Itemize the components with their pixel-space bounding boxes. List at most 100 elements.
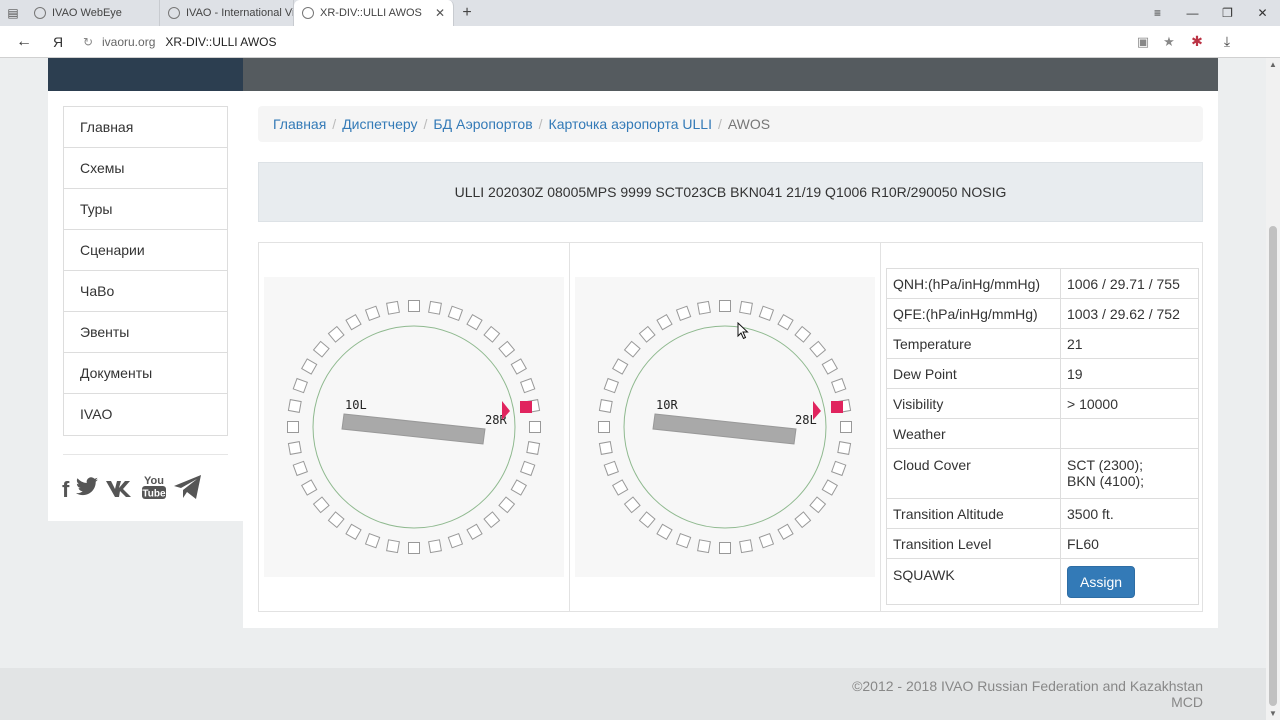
transition-level-value: FL60: [1060, 528, 1199, 559]
scroll-down-icon[interactable]: ▼: [1269, 709, 1277, 718]
wind-rose-tick: [794, 511, 812, 529]
wind-rose-tick: [408, 542, 420, 554]
reload-icon[interactable]: ↻: [78, 35, 98, 49]
breadcrumb-airports-db[interactable]: БД Аэропортов: [433, 116, 532, 132]
sidebar-menu: Главная Схемы Туры Сценарии ЧаВо Эвенты …: [63, 106, 228, 436]
url-field[interactable]: ↻ ivaoru.org XR-DIV::ULLI AWOS ▣ ★: [78, 29, 1182, 54]
browser-tab-webeye[interactable]: IVAO WebEye: [26, 0, 160, 26]
wind-rose-tick: [364, 305, 381, 321]
social-links: f You Tube: [62, 473, 209, 507]
minimize-icon[interactable]: —: [1175, 6, 1210, 20]
wind-rose-tick: [840, 421, 852, 433]
breadcrumb-controller[interactable]: Диспетчеру: [342, 116, 417, 132]
sidebar-item-documents[interactable]: Документы: [64, 353, 227, 394]
wind-rose-tick: [466, 314, 483, 331]
back-arrow-icon[interactable]: ←: [0, 33, 48, 51]
wind-rose-tick: [428, 300, 442, 315]
browser-tab-ivao[interactable]: IVAO - International Virtual A: [160, 0, 294, 26]
breadcrumb-airport-card[interactable]: Карточка аэропорта ULLI: [549, 116, 712, 132]
yandex-logo-icon[interactable]: Я: [48, 34, 68, 50]
address-bar: ← Я ↻ ivaoru.org XR-DIV::ULLI AWOS ▣ ★ ✱…: [0, 26, 1280, 58]
wind-rose-tick: [675, 305, 692, 321]
sidebar-item-tours[interactable]: Туры: [64, 189, 227, 230]
maximize-icon[interactable]: ❐: [1210, 6, 1245, 20]
dew-point-label: Dew Point: [886, 358, 1061, 389]
wind-rose-tick: [483, 511, 501, 529]
extension-bug-icon[interactable]: ✱: [1182, 33, 1212, 50]
sidebar-item-scenarios[interactable]: Сценарии: [64, 230, 227, 271]
vk-icon[interactable]: [105, 477, 135, 503]
breadcrumb-home[interactable]: Главная: [273, 116, 326, 132]
scrollbar-thumb[interactable]: [1269, 226, 1277, 706]
qfe-label: QFE:(hPa/inHg/mmHg): [886, 298, 1061, 329]
twitter-icon[interactable]: [75, 477, 99, 503]
sidebar-item-faq[interactable]: ЧаВо: [64, 271, 227, 312]
wind-rose-tick: [837, 441, 852, 455]
table-row: Transition Level FL60: [886, 528, 1199, 559]
weather-info-table: QNH:(hPa/inHg/mmHg) 1006 / 29.71 / 755 Q…: [886, 268, 1199, 605]
tab-favicon-icon: [34, 7, 46, 19]
weather-label: Weather: [886, 418, 1061, 449]
qnh-label: QNH:(hPa/inHg/mmHg): [886, 268, 1061, 299]
wind-rose-tick: [386, 300, 400, 315]
assign-squawk-button[interactable]: Assign: [1067, 566, 1136, 598]
download-icon[interactable]: ⤓: [1212, 33, 1242, 50]
window-menu-icon[interactable]: ▤: [0, 0, 26, 26]
page-scrollbar[interactable]: ▲ ▼: [1266, 58, 1280, 720]
wind-rose-tick: [287, 421, 299, 433]
wind-rose-tick: [821, 479, 838, 496]
main-content: Главная / Диспетчеру / БД Аэропортов / К…: [243, 91, 1218, 628]
table-row: Cloud Cover SCT (2300); BKN (4100);: [886, 448, 1199, 499]
wind-rose-tick: [520, 377, 536, 394]
youtube-icon[interactable]: You Tube: [141, 473, 167, 507]
cloud-layer-1: SCT (2300);: [1067, 457, 1143, 473]
browser-tab-awos[interactable]: XR-DIV::ULLI AWOS ✕: [294, 0, 454, 26]
wind-rose-tick: [809, 340, 827, 358]
runway-strip: [341, 413, 486, 445]
new-tab-icon[interactable]: +: [454, 0, 480, 26]
wind-direction-marker: [520, 401, 532, 413]
wind-rose-tick: [623, 496, 641, 514]
table-row: Transition Altitude 3500 ft.: [886, 498, 1199, 529]
tab-title: IVAO - International Virtual A: [186, 7, 293, 19]
browser-menu-icon[interactable]: ≡: [1140, 6, 1175, 20]
wind-rose-tick: [312, 496, 330, 514]
breadcrumb-separator: /: [717, 116, 722, 132]
runway-label-10r: 10R: [656, 398, 678, 412]
header-brand-bar: [48, 58, 243, 91]
wind-rose-tick: [777, 314, 794, 331]
wind-rose-tick: [809, 496, 827, 514]
scroll-up-icon[interactable]: ▲: [1269, 60, 1277, 69]
wind-rose-tick: [529, 421, 541, 433]
copyright-line: ©2012 - 2018 IVAO Russian Federation and…: [852, 678, 1203, 694]
tab-close-icon[interactable]: ✕: [429, 6, 445, 20]
youtube-label-top: You: [144, 475, 164, 487]
sidebar-item-events[interactable]: Эвенты: [64, 312, 227, 353]
wind-rose-10l: 10L 28R: [287, 300, 541, 554]
wind-rose-tick: [345, 314, 362, 331]
close-window-icon[interactable]: ✕: [1245, 6, 1280, 20]
wind-rose-tick: [327, 511, 345, 529]
bookmark-star-icon[interactable]: ★: [1156, 34, 1182, 50]
transition-altitude-label: Transition Altitude: [886, 498, 1061, 529]
wind-rose-tick: [719, 300, 731, 312]
table-row: QNH:(hPa/inHg/mmHg) 1006 / 29.71 / 755: [886, 268, 1199, 299]
tab-favicon-icon: [168, 7, 180, 19]
lock-icon[interactable]: ▣: [1130, 34, 1156, 50]
wind-rose-tick: [447, 533, 464, 549]
wind-rose-tick: [831, 377, 847, 394]
table-row: Visibility > 10000: [886, 388, 1199, 419]
qnh-value: 1006 / 29.71 / 755: [1060, 268, 1199, 299]
wind-rose-tick: [831, 460, 847, 477]
visibility-value: > 10000: [1060, 388, 1199, 419]
telegram-icon[interactable]: [173, 474, 203, 506]
sidebar-item-ivao[interactable]: IVAO: [64, 394, 227, 435]
metar-banner: ULLI 202030Z 08005MPS 9999 SCT023CB BKN0…: [258, 162, 1203, 222]
wind-rose-tick: [301, 479, 318, 496]
sidebar-item-charts[interactable]: Схемы: [64, 148, 227, 189]
wind-rose-tick: [638, 511, 656, 529]
wind-rose-tick: [656, 314, 673, 331]
wind-rose-tick: [719, 542, 731, 554]
facebook-icon[interactable]: f: [62, 477, 69, 503]
sidebar-item-home[interactable]: Главная: [64, 107, 227, 148]
